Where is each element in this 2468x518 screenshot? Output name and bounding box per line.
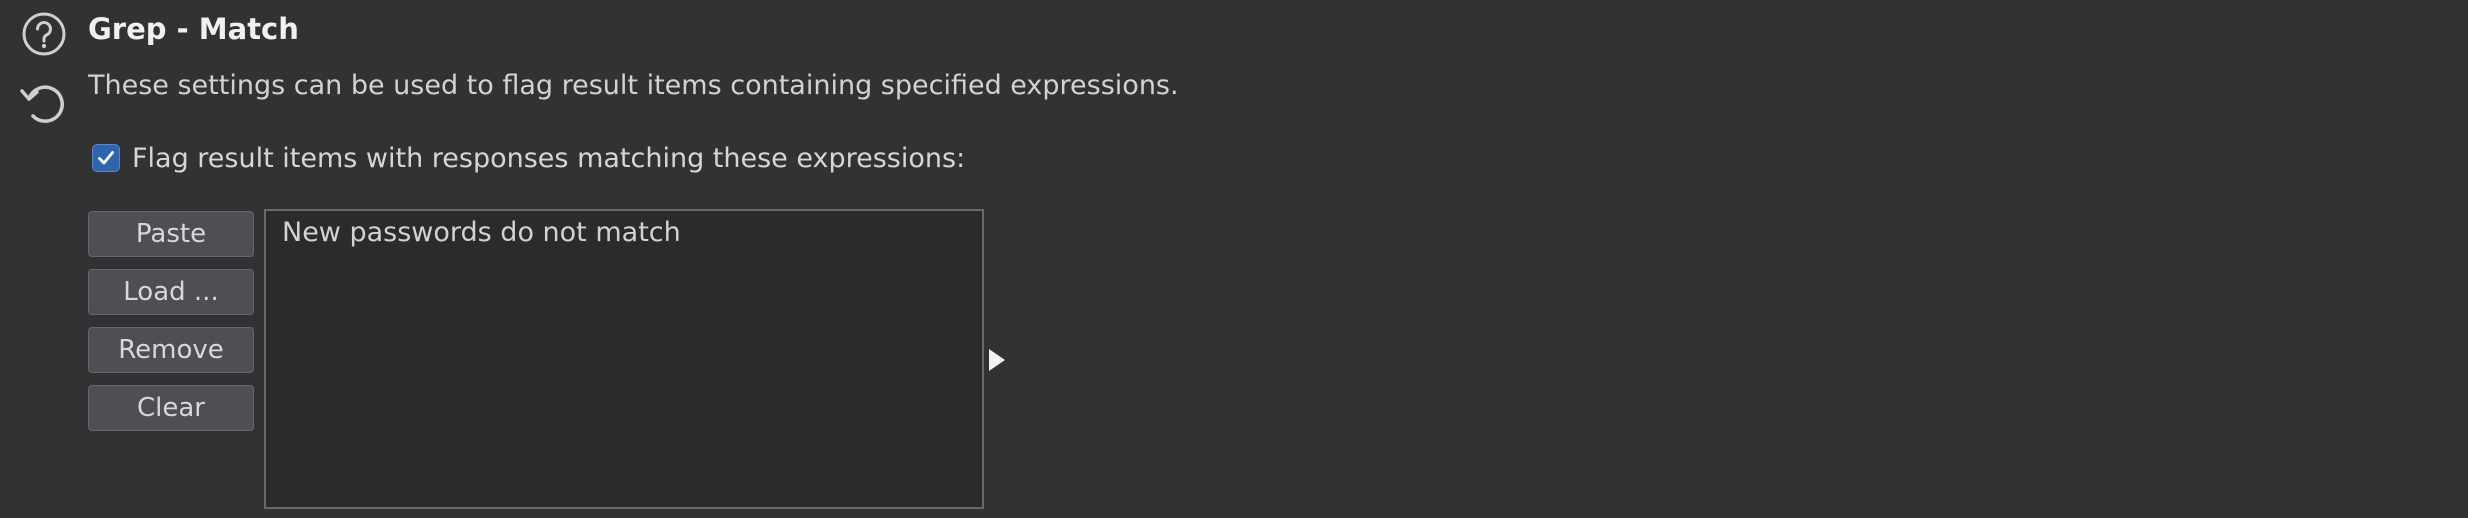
expressions-list[interactable]: New passwords do not match [264, 209, 984, 509]
clear-button[interactable]: Clear [88, 385, 254, 431]
left-icon-column [0, 0, 90, 518]
flag-option-row[interactable]: Flag result items with responses matchin… [92, 140, 965, 176]
flag-checkbox-label: Flag result items with responses matchin… [132, 142, 966, 174]
help-icon[interactable] [20, 10, 68, 58]
load-button[interactable]: Load ... [88, 269, 254, 315]
list-item[interactable]: New passwords do not match [282, 217, 681, 248]
reset-icon[interactable] [16, 76, 70, 130]
paste-button[interactable]: Paste [88, 211, 254, 257]
remove-button[interactable]: Remove [88, 327, 254, 373]
flag-checkbox[interactable] [92, 144, 120, 172]
checkmark-icon [98, 151, 114, 165]
section-title: Grep - Match [88, 12, 299, 46]
section-description: These settings can be used to flag resul… [88, 70, 1179, 101]
expand-arrow-icon[interactable] [988, 348, 1006, 372]
